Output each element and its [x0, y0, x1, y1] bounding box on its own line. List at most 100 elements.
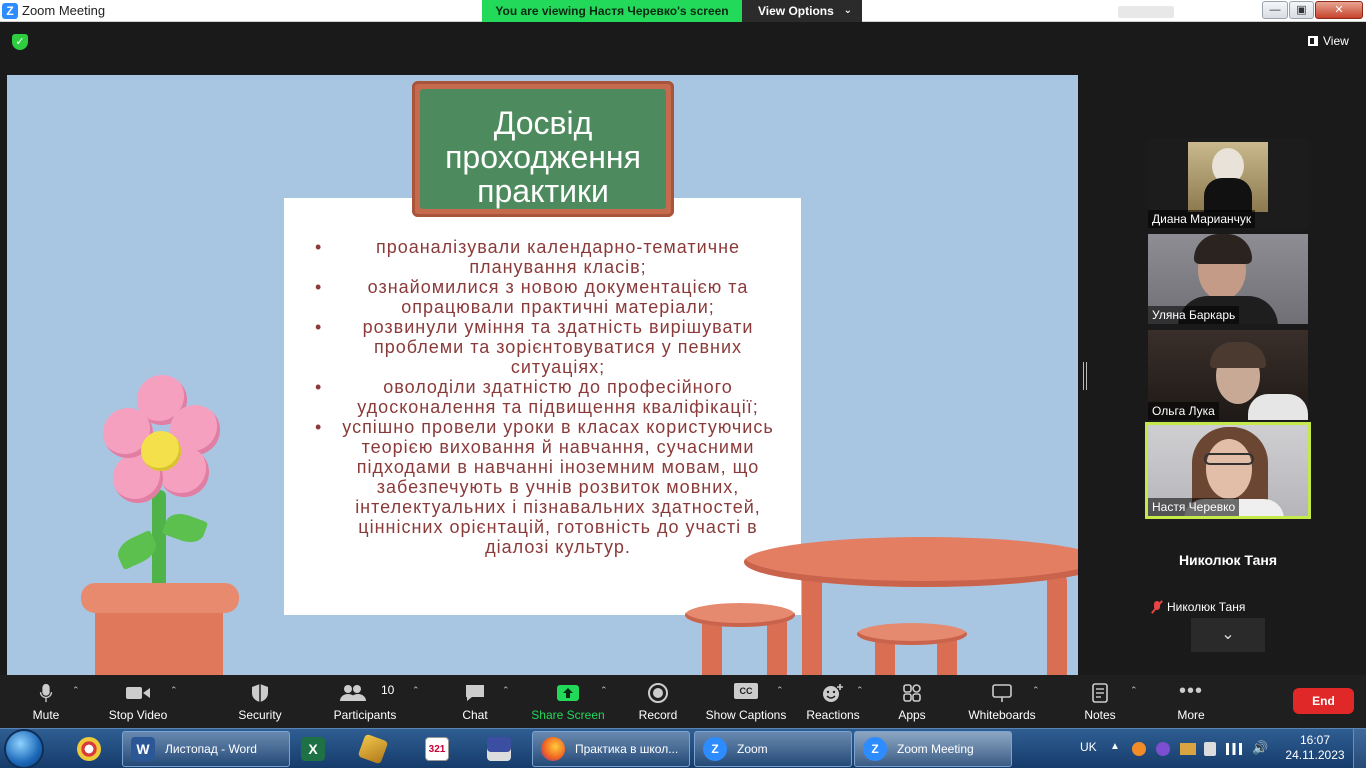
participant-name: Настя Черевко: [1148, 498, 1240, 516]
pinned-app-excel[interactable]: X: [288, 732, 338, 766]
reactions-options-caret[interactable]: ⌃: [856, 675, 868, 728]
panel-splitter-handle[interactable]: [1083, 362, 1087, 390]
windows-taskbar: W Листопад - Word X 321 Практика в школ.…: [0, 728, 1366, 768]
record-button[interactable]: Record: [632, 675, 684, 728]
slide-bullet: успішно провели уроки в класах користуюч…: [307, 417, 787, 557]
pinned-app-chrome[interactable]: [64, 732, 114, 766]
flower-pot-rim: [81, 583, 239, 613]
mute-button[interactable]: Mute: [18, 675, 74, 728]
share-options-caret[interactable]: ⌃: [600, 675, 612, 728]
tray-folder-icon[interactable]: [1180, 743, 1196, 755]
view-button[interactable]: View: [1308, 34, 1349, 48]
language-indicator[interactable]: UK: [1080, 740, 1097, 768]
slide-bullet: проаналізували календарно-тематичне план…: [307, 237, 787, 277]
whiteboards-options-caret[interactable]: ⌃: [1032, 675, 1044, 728]
stop-video-button[interactable]: Stop Video: [104, 675, 172, 728]
tray-usb-icon[interactable]: [1204, 742, 1216, 756]
slide-title-line: Досвід: [493, 105, 593, 141]
captions-options-caret[interactable]: ⌃: [776, 675, 788, 728]
participant-name: Ольга Лука: [1148, 402, 1219, 420]
whiteboards-label: Whiteboards: [968, 708, 1036, 722]
apps-label: Apps: [898, 708, 926, 722]
more-dots-icon: •••: [1178, 680, 1204, 702]
caret-up-icon: ⌃: [1130, 685, 1138, 695]
clock-time: 16:07: [1299, 733, 1331, 747]
apps-icon: [903, 684, 921, 702]
start-button[interactable]: [6, 731, 42, 767]
pinned-app-tool[interactable]: [348, 732, 398, 766]
participant-tile[interactable]: Уляна Баркарь: [1148, 234, 1308, 324]
reactions-button[interactable]: Reactions: [804, 675, 862, 728]
taskbar-clock[interactable]: 16:07 24.11.2023: [1284, 733, 1346, 763]
participant-tile[interactable]: Ольга Лука: [1148, 330, 1308, 420]
chevron-down-icon: ⌄: [843, 5, 852, 16]
apps-button[interactable]: Apps: [890, 675, 934, 728]
slide-bullet-list: проаналізували календарно-тематичне план…: [307, 237, 787, 557]
network-signal-icon[interactable]: [1226, 743, 1242, 755]
caret-up-icon: ⌃: [856, 685, 864, 695]
tray-viber-icon[interactable]: [1156, 742, 1170, 756]
share-screen-button[interactable]: Share Screen: [530, 675, 606, 728]
table-leg: [802, 575, 822, 675]
taskbar-item-firefox[interactable]: Практика в школ...: [532, 731, 690, 767]
notes-options-caret[interactable]: ⌃: [1130, 675, 1142, 728]
view-options-button[interactable]: View Options ⌄: [742, 0, 862, 22]
reactions-label: Reactions: [806, 708, 860, 722]
microphone-icon: [39, 683, 53, 703]
screen: Z Zoom Meeting You are viewing Настя Чер…: [0, 0, 1366, 768]
taskbar-item-word[interactable]: W Листопад - Word: [122, 731, 290, 767]
whiteboards-button[interactable]: Whiteboards: [964, 675, 1040, 728]
meeting-toolbar: Mute ⌃ Stop Video ⌃ Security 10 Particip…: [0, 675, 1366, 728]
word-icon: W: [131, 737, 155, 761]
excel-icon: X: [301, 737, 325, 761]
table-leg: [1047, 575, 1067, 675]
more-label: More: [1177, 708, 1205, 722]
participant-body: [1204, 178, 1252, 212]
participants-options-caret[interactable]: ⌃: [412, 675, 424, 728]
flower-center: [141, 431, 181, 471]
scroll-participants-down-button[interactable]: ⌄: [1191, 618, 1265, 652]
taskbar-item-zoom-meeting[interactable]: Z Zoom Meeting: [854, 731, 1012, 767]
security-button[interactable]: Security: [232, 675, 288, 728]
smiley-icon: [823, 684, 843, 702]
more-button[interactable]: ••• More: [1168, 675, 1214, 728]
view-label: View: [1323, 34, 1349, 48]
caret-up-icon: ⌃: [72, 685, 80, 695]
close-button[interactable]: ✕: [1315, 1, 1363, 19]
participant-tile[interactable]: Диана Марианчук: [1148, 138, 1308, 228]
participant-tile[interactable]: Николюк Таня Николюк Таня: [1148, 526, 1308, 616]
pinned-app-calendar[interactable]: 321: [412, 732, 462, 766]
notes-button[interactable]: Notes: [1078, 675, 1122, 728]
chat-button[interactable]: Chat: [452, 675, 498, 728]
camera-icon: [126, 687, 150, 699]
minimize-button[interactable]: —: [1262, 1, 1288, 19]
closed-captions-icon: CC: [734, 683, 758, 699]
maximize-button[interactable]: ▣: [1289, 1, 1314, 19]
participants-button[interactable]: 10 Participants: [330, 675, 400, 728]
mute-options-caret[interactable]: ⌃: [72, 675, 84, 728]
muted-mic-icon: [1152, 601, 1162, 613]
tray-app-icon[interactable]: [1132, 742, 1146, 756]
participant-tile-active-speaker[interactable]: Настя Черевко: [1145, 422, 1311, 519]
tray-expand-icon[interactable]: ▲: [1110, 741, 1120, 768]
participant-name: Диана Марианчук: [1148, 210, 1256, 228]
participants-icon: [340, 685, 366, 701]
participant-hair: [1210, 342, 1266, 368]
show-desktop-button[interactable]: [1353, 729, 1366, 768]
tool-icon: [357, 733, 389, 765]
whiteboard-icon: [992, 684, 1012, 702]
faded-control: [1118, 6, 1174, 18]
participant-name: Уляна Баркарь: [1148, 306, 1240, 324]
taskbar-item-label: Zoom Meeting: [897, 742, 974, 756]
participant-name: Николюк Таня: [1167, 600, 1246, 614]
participants-count: 10: [381, 683, 395, 697]
participant-hair: [1194, 234, 1252, 264]
video-options-caret[interactable]: ⌃: [170, 675, 182, 728]
volume-icon[interactable]: 🔊: [1252, 740, 1268, 768]
participant-head: [1206, 439, 1252, 499]
chat-options-caret[interactable]: ⌃: [502, 675, 514, 728]
pinned-app-floppy[interactable]: [474, 732, 524, 766]
taskbar-item-zoom[interactable]: Z Zoom: [694, 731, 852, 767]
end-meeting-button[interactable]: End: [1293, 688, 1354, 714]
security-shield-icon[interactable]: ✓: [12, 34, 28, 50]
